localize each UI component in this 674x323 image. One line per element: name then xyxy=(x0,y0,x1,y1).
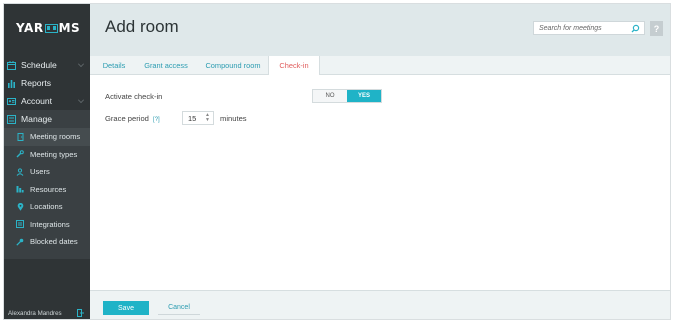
search-input[interactable]: Search for meetings xyxy=(533,21,645,35)
sidebar-item-reports[interactable]: Reports xyxy=(4,74,90,92)
logo[interactable]: YAR MS xyxy=(16,21,80,35)
key-icon xyxy=(16,238,24,246)
cancel-button[interactable]: Cancel xyxy=(158,301,200,315)
save-button[interactable]: Save xyxy=(103,301,149,315)
sidebar-item-label: Integrations xyxy=(30,219,70,229)
sidebar-item-label: Resources xyxy=(30,184,67,194)
sidebar-item-label: Reports xyxy=(21,78,52,88)
grace-period-help-link[interactable]: [?] xyxy=(153,117,160,123)
sidebar-item-account[interactable]: Account xyxy=(4,92,90,110)
activate-check-in-label: Activate check-in xyxy=(105,92,163,101)
user-icon xyxy=(16,168,24,176)
logo-box-icon xyxy=(44,23,58,33)
sidebar-item-label: Meeting rooms xyxy=(30,132,81,142)
tab-check-in[interactable]: Check-in xyxy=(268,56,320,75)
manage-submenu: Meeting rooms Meeting types Users Resour… xyxy=(4,128,90,259)
sidebar-item-label: Account xyxy=(21,96,53,106)
page-header: Add room Search for meetings ? xyxy=(90,4,670,56)
chevron-down-icon xyxy=(78,97,84,103)
toggle-yes-option[interactable]: YES xyxy=(347,90,381,102)
help-button[interactable]: ? xyxy=(650,21,663,36)
door-icon xyxy=(16,132,24,141)
activate-check-in-toggle[interactable]: NO YES xyxy=(312,89,382,103)
grace-period-value: 15 xyxy=(188,113,197,123)
sidebar-item-schedule[interactable]: Schedule xyxy=(4,56,90,74)
sidebar-item-meeting-types[interactable]: Meeting types xyxy=(4,146,90,164)
sidebar-item-manage[interactable]: Manage xyxy=(4,110,90,128)
sidebar-nav: Schedule Reports Account Manage Meeting … xyxy=(4,56,90,259)
check-in-form: Activate check-in NO YES Grace period [?… xyxy=(90,75,670,290)
chevron-down-icon xyxy=(78,61,84,67)
sidebar-item-users[interactable]: Users xyxy=(4,163,90,181)
tab-compound-room[interactable]: Compound room xyxy=(200,56,266,74)
wrench-icon xyxy=(16,150,24,158)
integrations-icon xyxy=(16,220,24,229)
sidebar-item-resources[interactable]: Resources xyxy=(4,181,90,199)
grace-period-stepper[interactable]: 15 ▲ ▼ xyxy=(182,111,214,125)
tab-bar: Details Grant access Compound room Check… xyxy=(90,56,670,75)
sidebar-item-label: Schedule xyxy=(21,60,57,70)
manage-icon xyxy=(6,114,16,124)
grace-period-unit: minutes xyxy=(220,114,247,123)
sidebar-item-label: Manage xyxy=(21,114,53,124)
logo-text-start: YAR xyxy=(16,21,44,35)
stepper-arrows-icon[interactable]: ▲ ▼ xyxy=(205,113,210,123)
user-name: Alexandra Mandres xyxy=(8,309,62,317)
calendar-icon xyxy=(6,60,16,70)
page-title: Add room xyxy=(105,17,179,36)
tab-grant-access[interactable]: Grant access xyxy=(138,56,194,74)
logo-text-end: MS xyxy=(58,21,81,35)
account-icon xyxy=(6,96,16,106)
sidebar-item-label: Blocked dates xyxy=(30,237,78,247)
sidebar-item-meeting-rooms[interactable]: Meeting rooms xyxy=(4,128,90,146)
sidebar-item-blocked-dates[interactable]: Blocked dates xyxy=(4,233,90,251)
app-window: YAR MS Schedule Reports Account Manage M… xyxy=(3,3,671,320)
sidebar-item-label: Locations xyxy=(30,202,63,212)
search-icon[interactable] xyxy=(631,24,640,33)
tab-details[interactable]: Details xyxy=(96,56,132,74)
location-pin-icon xyxy=(16,202,24,211)
sidebar-item-label: Users xyxy=(30,167,50,177)
grace-period-text: Grace period xyxy=(105,114,149,123)
sidebar-item-integrations[interactable]: Integrations xyxy=(4,216,90,234)
grace-period-label: Grace period [?] xyxy=(105,114,160,123)
resources-icon xyxy=(16,185,24,193)
sidebar-item-label: Meeting types xyxy=(30,149,78,159)
sidebar: YAR MS Schedule Reports Account Manage M… xyxy=(4,4,90,319)
form-footer: Save Cancel xyxy=(90,290,670,319)
sidebar-item-locations[interactable]: Locations xyxy=(4,198,90,216)
bar-chart-icon xyxy=(6,78,16,88)
toggle-no-option[interactable]: NO xyxy=(313,90,347,102)
search-placeholder: Search for meetings xyxy=(539,24,602,32)
logout-icon[interactable] xyxy=(77,309,84,317)
current-user[interactable]: Alexandra Mandres xyxy=(4,307,90,319)
